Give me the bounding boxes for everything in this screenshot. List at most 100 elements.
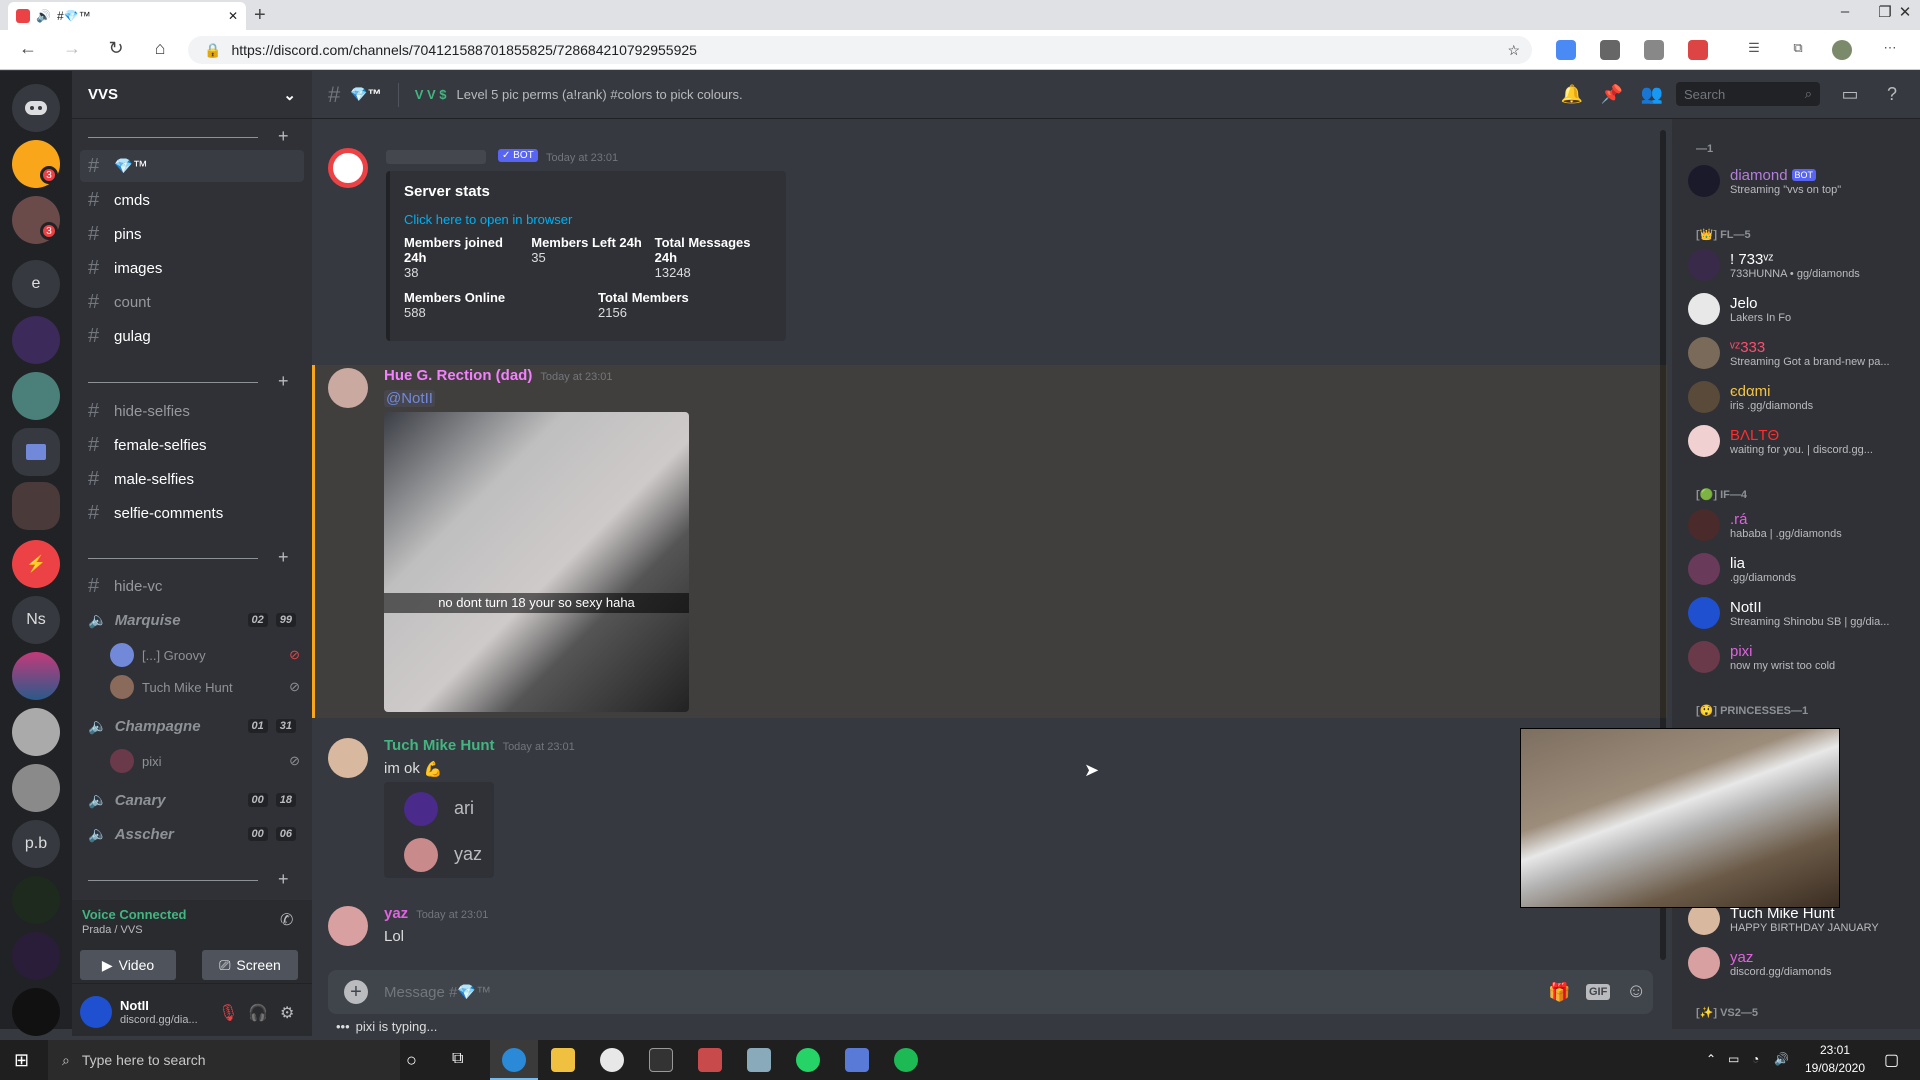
forward-icon[interactable]: →: [58, 38, 86, 59]
author-name[interactable]: Tuch Mike Hunt: [384, 737, 495, 754]
mute-icon[interactable]: 🎙: [218, 1003, 238, 1023]
more-menu-icon[interactable]: ⋯: [1880, 40, 1900, 60]
server-icon-vvs[interactable]: [12, 482, 60, 530]
inbox-icon[interactable]: ▭: [1838, 84, 1862, 105]
user-mention[interactable]: @NotII: [384, 390, 435, 407]
channel-count[interactable]: # count: [80, 286, 304, 318]
server-icon-red[interactable]: ⚡: [12, 540, 60, 588]
embed-link[interactable]: Click here to open in browser: [404, 212, 772, 227]
voice-channel-asscher[interactable]: 🔈 Asscher 00 06: [80, 818, 304, 850]
voice-user[interactable]: [...] Groovy ⊘: [110, 641, 300, 669]
voice-channel-canary[interactable]: 🔈 Canary 00 18: [80, 784, 304, 816]
user-avatar[interactable]: [80, 996, 112, 1028]
channel-images[interactable]: # images: [80, 252, 304, 284]
add-channel-icon[interactable]: +: [278, 371, 289, 392]
voice-location[interactable]: Prada / VVS: [82, 924, 143, 936]
favorites-icon[interactable]: ☰: [1744, 40, 1764, 60]
member-row[interactable]: ! 733ᵛᶻ 733HUNNA • gg/diamonds: [1688, 244, 1918, 286]
file-explorer-icon[interactable]: [551, 1048, 575, 1072]
notes-icon[interactable]: [747, 1048, 771, 1072]
settings-gear-icon[interactable]: ⚙: [280, 1003, 294, 1023]
channel-cmds[interactable]: # cmds: [80, 184, 304, 216]
channel-female-selfies[interactable]: # female-selfies: [80, 429, 304, 461]
voice-user[interactable]: Tuch Mike Hunt ⊘: [110, 673, 300, 701]
member-row[interactable]: NotII Streaming Shinobu SB | gg/dia...: [1688, 592, 1918, 634]
search-input[interactable]: Search ⌕: [1676, 82, 1820, 106]
disconnect-icon[interactable]: ✆: [280, 910, 293, 930]
voice-status[interactable]: Voice Connected: [82, 907, 187, 922]
channel-topic[interactable]: Level 5 pic perms (a!rank) #colors to pi…: [456, 87, 742, 102]
minimize-button[interactable]: –: [1825, 3, 1865, 20]
channel-selfie-comments[interactable]: # selfie-comments: [80, 497, 304, 529]
terminal-icon[interactable]: [649, 1048, 673, 1072]
server-icon-hex[interactable]: [12, 932, 60, 980]
member-row[interactable]: .rá hababa | .gg/diamonds: [1688, 504, 1918, 546]
bell-icon[interactable]: 🔔: [1560, 84, 1584, 105]
add-channel-icon[interactable]: +: [278, 126, 289, 147]
server-header[interactable]: VVS ⌄: [72, 71, 312, 119]
server-icon-horse[interactable]: [12, 988, 60, 1036]
member-row[interactable]: lia .gg/diamonds: [1688, 548, 1918, 590]
server-icon-e[interactable]: e: [12, 260, 60, 308]
selfie-image[interactable]: [384, 412, 689, 712]
voice-channel-champagne[interactable]: 🔈 Champagne 01 31: [80, 710, 304, 742]
tray-chevron-icon[interactable]: ⌃: [1706, 1052, 1716, 1066]
server-icon-galaxy[interactable]: [12, 316, 60, 364]
author-name[interactable]: Hue G. Rection (dad): [384, 367, 532, 384]
channel-hide-vc[interactable]: # hide-vc: [80, 570, 304, 602]
bot-avatar[interactable]: [328, 148, 368, 188]
member-row[interactable]: yaz discord.gg/diamonds: [1688, 942, 1918, 984]
attach-plus-icon[interactable]: +: [344, 980, 368, 1004]
shield-check-icon[interactable]: [1644, 40, 1664, 60]
profile-avatar[interactable]: [1832, 40, 1852, 60]
voice-channel-marquise[interactable]: 🔈 Marquise 02 99: [80, 604, 304, 636]
channel-male-selfies[interactable]: # male-selfies: [80, 463, 304, 495]
favorite-star-icon[interactable]: ☆: [1507, 42, 1520, 59]
chevron-down-icon[interactable]: ⌄: [283, 86, 296, 104]
voice-user[interactable]: pixi ⊘: [110, 747, 300, 775]
clock-time[interactable]: 23:01: [1805, 1043, 1865, 1057]
server-icon-girl[interactable]: [12, 764, 60, 812]
back-icon[interactable]: ←: [14, 38, 42, 59]
browser-tab[interactable]: 🔊 #💎™ ✕: [8, 2, 246, 30]
channel-pins[interactable]: # pins: [80, 218, 304, 250]
app-icon[interactable]: [600, 1048, 624, 1072]
add-channel-icon[interactable]: +: [278, 547, 289, 568]
user-avatar[interactable]: [328, 738, 368, 778]
speaker-icon[interactable]: 🔊: [36, 9, 51, 23]
server-icon-cat[interactable]: [12, 708, 60, 756]
extension-color-icon[interactable]: [1688, 40, 1708, 60]
message-input[interactable]: Message #💎™: [328, 970, 1653, 1014]
server-icon-ns[interactable]: Ns: [12, 596, 60, 644]
server-icon-sigma[interactable]: [12, 876, 60, 924]
discord-home-icon[interactable]: [12, 84, 60, 132]
url-bar[interactable]: 🔒 https://discord.com/channels/704121588…: [188, 36, 1532, 64]
taskbar-search[interactable]: ⌕ Type here to search: [48, 1040, 400, 1080]
screen-button[interactable]: ⎚ Screen: [202, 950, 298, 980]
volume-icon[interactable]: 🔊: [1774, 1052, 1789, 1066]
home-icon[interactable]: ⌂: [146, 38, 174, 59]
user-avatar[interactable]: [328, 368, 368, 408]
wifi-icon[interactable]: ◔: [1752, 1052, 1759, 1066]
battery-icon[interactable]: ▭: [1728, 1052, 1739, 1066]
user-avatar[interactable]: [328, 906, 368, 946]
channel-hide-selfies[interactable]: # hide-selfies: [80, 395, 304, 427]
channel-current[interactable]: # 💎™: [80, 150, 304, 182]
image-app-icon[interactable]: [698, 1048, 722, 1072]
task-view-icon[interactable]: ⧉: [452, 1050, 463, 1068]
add-channel-icon[interactable]: +: [278, 869, 289, 890]
whatsapp-icon[interactable]: [796, 1048, 820, 1072]
folder-icon[interactable]: [12, 428, 60, 476]
member-row[interactable]: pixi now my wrist too cold: [1688, 636, 1918, 678]
edge-icon[interactable]: [502, 1048, 526, 1072]
bot-name-redacted[interactable]: [386, 150, 486, 164]
gift-icon[interactable]: 🎁: [1548, 982, 1570, 1003]
pin-icon[interactable]: 📌: [1600, 84, 1624, 105]
emoji-icon[interactable]: ☺: [1626, 980, 1646, 1003]
extension-icon[interactable]: [1556, 40, 1576, 60]
author-name[interactable]: yaz: [384, 905, 408, 922]
server-icon-sunset[interactable]: [12, 652, 60, 700]
channel-gulag[interactable]: # gulag: [80, 320, 304, 352]
headphones-icon[interactable]: 🎧: [248, 1003, 268, 1023]
member-row[interactable]: Jelo Lakers In Fo: [1688, 288, 1918, 330]
